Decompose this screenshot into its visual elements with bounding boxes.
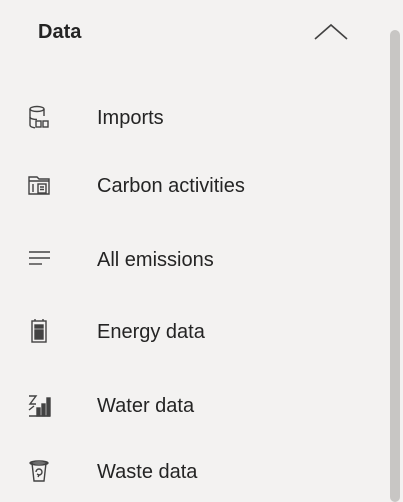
nav-item-label: Water data xyxy=(97,395,195,417)
nav-item-all-emissions[interactable]: All emissions xyxy=(0,230,380,290)
group-title: Data xyxy=(38,21,82,43)
data-group-header[interactable]: Data xyxy=(0,0,380,64)
nav-item-label: Energy data xyxy=(97,321,205,343)
nav-item-carbon-activities[interactable]: Carbon activities xyxy=(0,156,380,216)
energy-meter-icon xyxy=(26,318,54,346)
chevron-up-icon[interactable] xyxy=(313,22,349,42)
nav-item-energy-data[interactable]: Energy data xyxy=(0,302,380,362)
navigation-panel: Data Imports Carbon activities All emiss… xyxy=(0,0,403,502)
scrollbar-thumb[interactable] xyxy=(390,30,400,502)
nav-item-label: All emissions xyxy=(97,249,214,271)
waste-bin-icon xyxy=(26,458,54,486)
list-lines-icon xyxy=(26,246,54,274)
nav-item-label: Waste data xyxy=(97,461,198,483)
nav-item-label: Carbon activities xyxy=(97,175,245,197)
nav-item-label: Imports xyxy=(97,107,164,129)
water-chart-icon xyxy=(26,392,54,420)
activities-document-icon xyxy=(26,172,54,200)
nav-item-waste-data[interactable]: Waste data xyxy=(0,442,380,502)
database-import-icon xyxy=(26,104,54,132)
nav-item-imports[interactable]: Imports xyxy=(0,88,380,148)
nav-item-water-data[interactable]: Water data xyxy=(0,376,380,436)
